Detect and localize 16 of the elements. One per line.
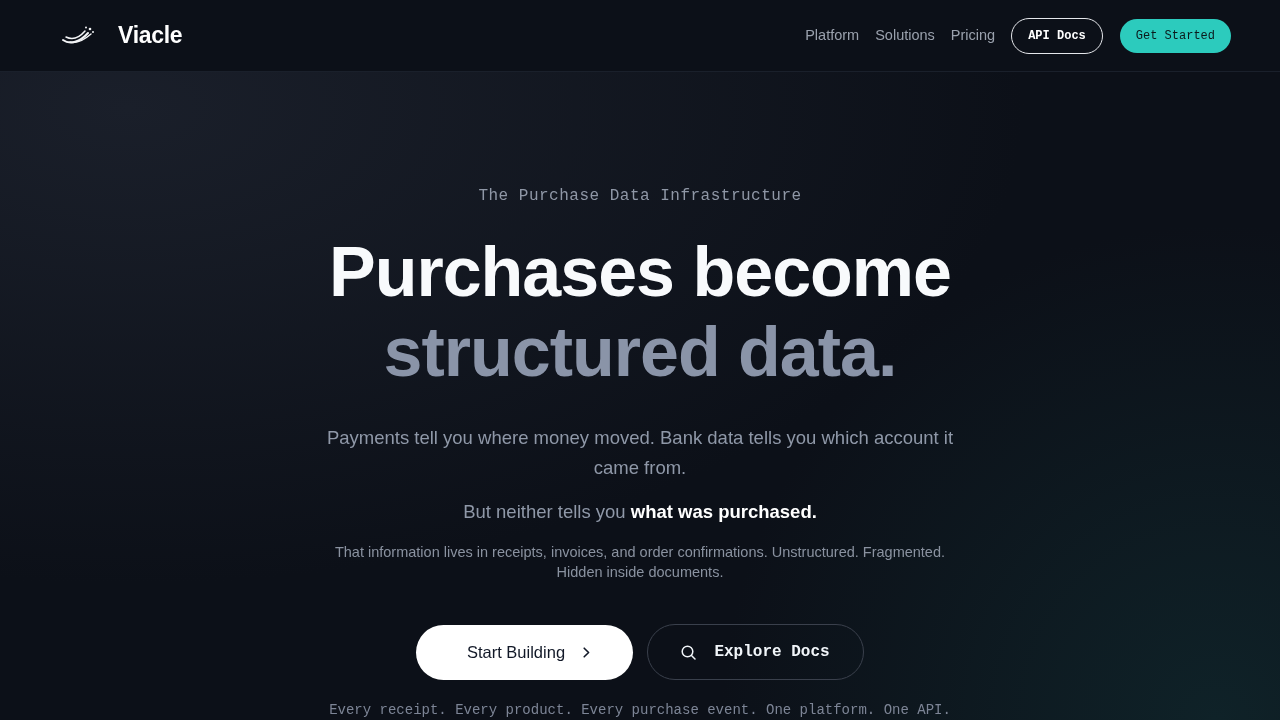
headline-line: structured data.	[383, 312, 897, 392]
get-started-button[interactable]: Get Started	[1119, 18, 1231, 53]
headline-line: Purchases become	[328, 232, 952, 312]
start-building-button[interactable]: Start Building	[416, 624, 633, 680]
chevron-right-icon	[583, 646, 591, 658]
search-icon	[681, 644, 697, 660]
hero-paragraph: That information lives in receipts, invoices, and order confirmations. Unstructured. Fragmented. Hidden inside documents.	[333, 543, 947, 582]
nav-link[interactable]: Pricing	[950, 24, 996, 47]
hero-paragraph: Payments tell you where money moved. Bank data tells you which account it came from.	[325, 426, 955, 480]
eyebrow-text: The Purchase Data Infrastructure	[478, 186, 802, 206]
tagline-text: Every receipt. Every product. Every purchase event. One platform. One API.	[329, 702, 951, 718]
swoosh-logo-icon[interactable]	[62, 25, 94, 46]
nav-link[interactable]: Solutions	[875, 24, 935, 47]
hero-paragraph: But neither tells you what was purchased.	[463, 500, 817, 524]
nav-link[interactable]: Platform	[805, 24, 860, 47]
brand-name-link[interactable]: Viacle	[118, 18, 183, 53]
